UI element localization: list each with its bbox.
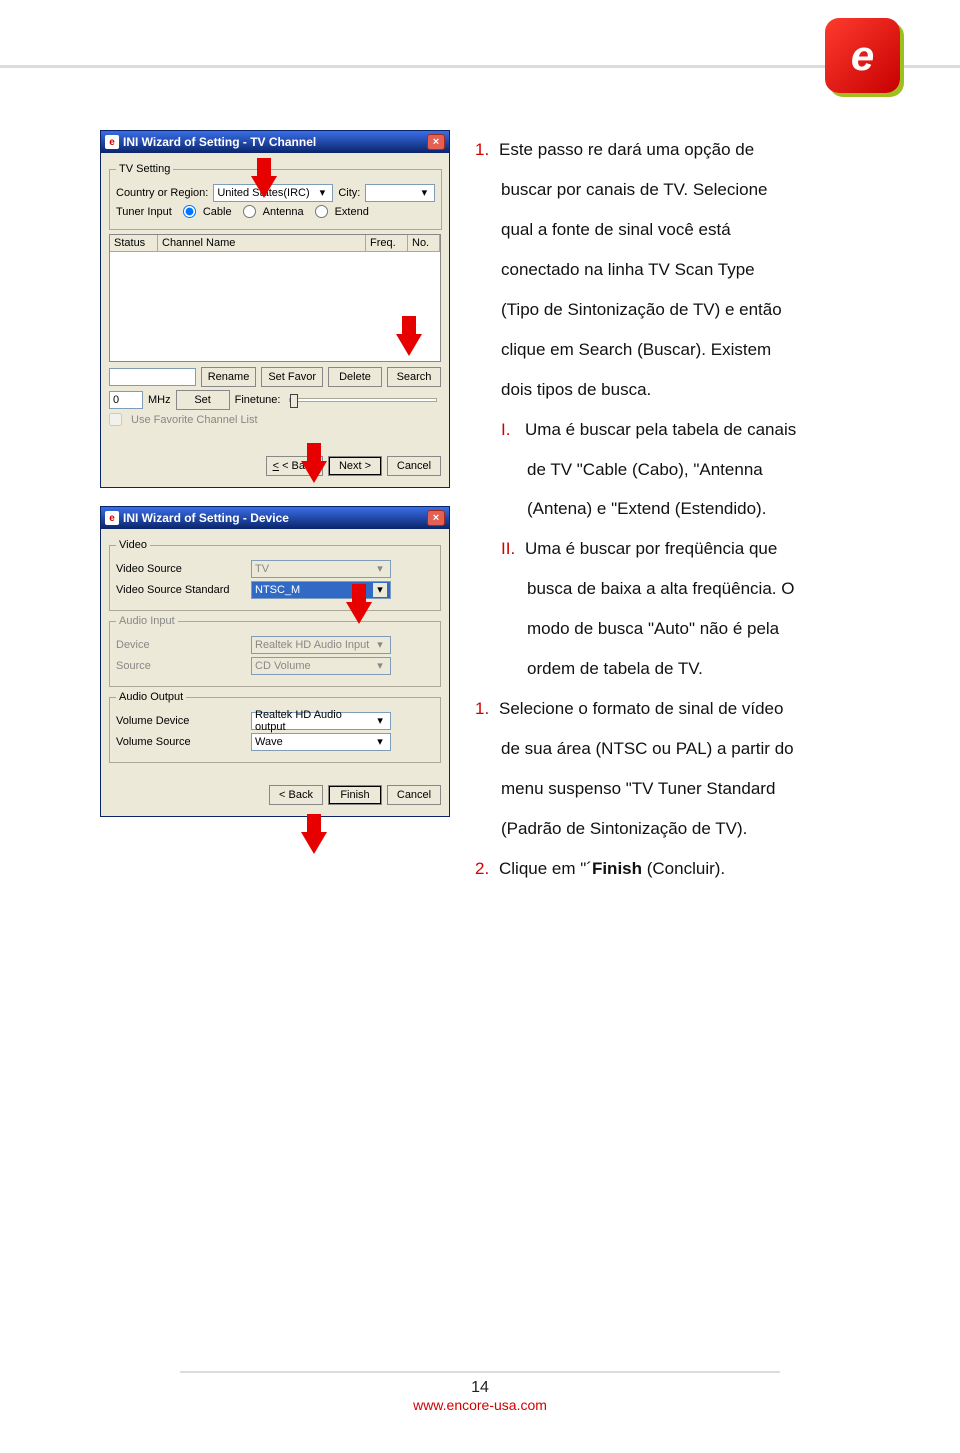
delete-button[interactable]: Delete: [328, 367, 382, 387]
audio-source-combo: CD Volume ▾: [251, 657, 391, 675]
titlebar[interactable]: e INI Wizard of Setting - TV Channel ×: [101, 131, 449, 153]
radio-antenna[interactable]: [243, 205, 256, 218]
video-std-value: NTSC_M: [255, 584, 300, 596]
col-status: Status: [110, 235, 158, 251]
groupbox-video-label: Video: [116, 539, 150, 551]
chevron-down-icon: ▾: [373, 638, 387, 652]
window-title: INI Wizard of Setting - TV Channel: [123, 135, 316, 149]
tuner-label: Tuner Input: [116, 206, 172, 218]
cancel-button[interactable]: Cancel: [387, 456, 441, 476]
video-std-combo[interactable]: NTSC_M ▾: [251, 581, 391, 599]
rename-button[interactable]: Rename: [201, 367, 257, 387]
rename-input[interactable]: [109, 368, 196, 386]
finetune-label: Finetune:: [235, 394, 281, 406]
volume-device-value: Realtek HD Audio output: [255, 709, 373, 733]
next-button[interactable]: Next >: [328, 456, 382, 476]
wizard-window-device: e INI Wizard of Setting - Device × Video…: [100, 506, 450, 817]
titlebar[interactable]: e INI Wizard of Setting - Device ×: [101, 507, 449, 529]
callout-arrow-icon: [301, 461, 327, 483]
volume-source-label: Volume Source: [116, 736, 246, 748]
callout-arrow-icon: [251, 176, 277, 198]
chevron-down-icon: ▾: [373, 659, 387, 673]
mhz-label: MHz: [148, 394, 171, 406]
chevron-down-icon: ▾: [373, 735, 387, 749]
radio-antenna-label: Antenna: [263, 206, 304, 218]
volume-device-label: Volume Device: [116, 715, 246, 727]
favorite-list-label: Use Favorite Channel List: [131, 414, 258, 426]
radio-cable[interactable]: [183, 205, 196, 218]
video-source-combo: TV ▾: [251, 560, 391, 578]
page-number: 14: [0, 1379, 960, 1397]
col-freq: Freq.: [366, 235, 408, 251]
close-icon[interactable]: ×: [427, 510, 445, 526]
app-icon: e: [105, 511, 119, 525]
city-label: City:: [338, 187, 360, 199]
volume-source-combo[interactable]: Wave ▾: [251, 733, 391, 751]
audio-source-label: Source: [116, 660, 246, 672]
freq-input[interactable]: 0: [109, 391, 143, 409]
cancel-button[interactable]: Cancel: [387, 785, 441, 805]
chevron-down-icon: ▾: [373, 583, 387, 597]
channel-grid[interactable]: Status Channel Name Freq. No.: [109, 234, 441, 362]
radio-extend[interactable]: [315, 205, 328, 218]
audio-device-value: Realtek HD Audio Input: [255, 639, 369, 651]
audio-source-value: CD Volume: [255, 660, 311, 672]
close-icon[interactable]: ×: [427, 134, 445, 150]
back-button[interactable]: < Back: [269, 785, 323, 805]
window-title: INI Wizard of Setting - Device: [123, 511, 289, 525]
brand-logo: e: [825, 18, 900, 93]
footer-url: www.encore-usa.com: [0, 1397, 960, 1413]
groupbox-audioout-label: Audio Output: [116, 691, 186, 703]
col-no: No.: [408, 235, 440, 251]
finetune-slider[interactable]: [289, 398, 437, 402]
col-name: Channel Name: [158, 235, 366, 251]
instruction-text: 1.Este passo re dará uma opção de buscar…: [475, 130, 875, 889]
volume-source-value: Wave: [255, 736, 283, 748]
callout-arrow-icon: [301, 832, 327, 854]
chevron-down-icon: ▾: [315, 186, 329, 200]
video-source-label: Video Source: [116, 563, 246, 575]
audio-device-combo: Realtek HD Audio Input ▾: [251, 636, 391, 654]
callout-arrow-icon: [396, 334, 422, 356]
groupbox-audioin-label: Audio Input: [116, 615, 178, 627]
chevron-down-icon: ▾: [373, 714, 387, 728]
search-button[interactable]: Search: [387, 367, 441, 387]
video-source-value: TV: [255, 563, 269, 575]
groupbox-tvsetting-label: TV Setting: [116, 163, 173, 175]
country-label: Country or Region:: [116, 187, 208, 199]
radio-cable-label: Cable: [203, 206, 232, 218]
finish-button[interactable]: Finish: [328, 785, 382, 805]
callout-arrow-icon: [346, 602, 372, 624]
audio-device-label: Device: [116, 639, 246, 651]
set-button[interactable]: Set: [176, 390, 230, 410]
favorite-list-checkbox: [109, 413, 122, 426]
video-std-label: Video Source Standard: [116, 584, 246, 596]
chevron-down-icon: ▾: [373, 562, 387, 576]
chevron-down-icon: ▾: [417, 186, 431, 200]
wizard-window-tv-channel: e INI Wizard of Setting - TV Channel × T…: [100, 130, 450, 488]
page-footer: 14 www.encore-usa.com: [0, 1371, 960, 1413]
setfavor-button[interactable]: Set Favor: [261, 367, 323, 387]
radio-extend-label: Extend: [335, 206, 369, 218]
city-combo[interactable]: ▾: [365, 184, 435, 202]
app-icon: e: [105, 135, 119, 149]
volume-device-combo[interactable]: Realtek HD Audio output▾: [251, 712, 391, 730]
